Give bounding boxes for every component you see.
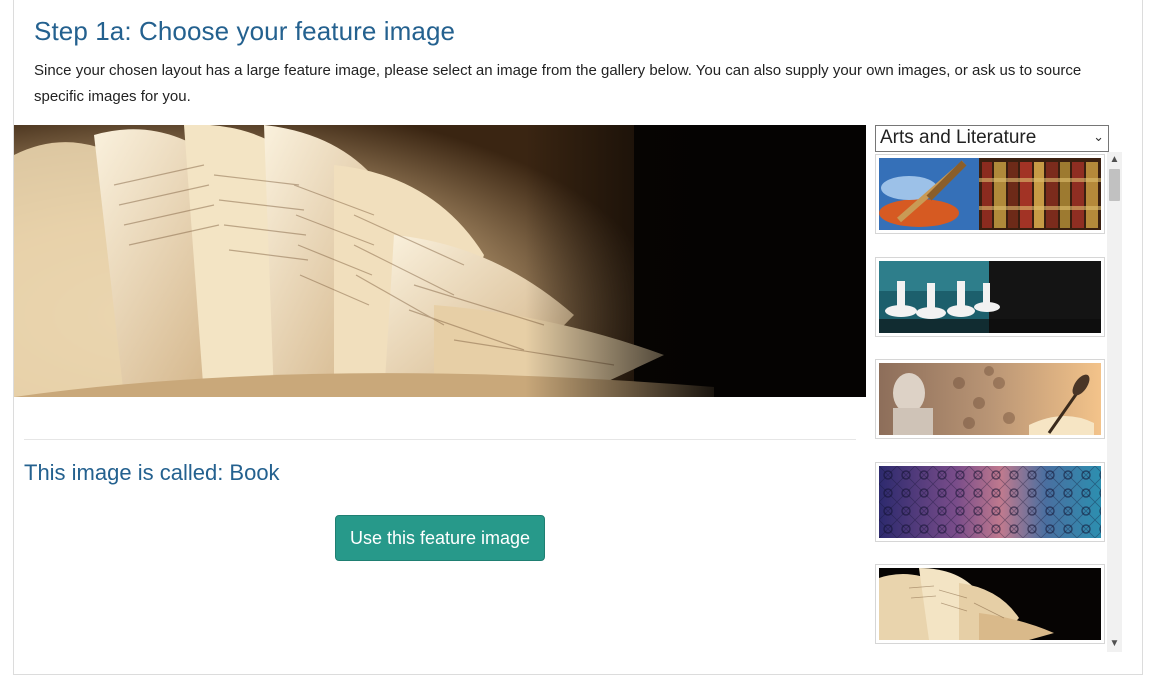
damask-image xyxy=(879,466,1101,538)
gallery-thumbnail-book[interactable] xyxy=(875,564,1105,644)
scroll-down-arrow-icon[interactable]: ▼ xyxy=(1107,636,1122,652)
category-select[interactable]: Arts and Literature ⌄ xyxy=(875,125,1109,152)
gallery-scrollbar[interactable]: ▲ ▼ xyxy=(1107,152,1122,652)
use-feature-image-button[interactable]: Use this feature image xyxy=(335,515,545,561)
gallery-thumbnail-damask[interactable] xyxy=(875,462,1105,542)
content-panel: Step 1a: Choose your feature image Since… xyxy=(13,0,1143,675)
scroll-up-arrow-icon[interactable]: ▲ xyxy=(1107,152,1122,168)
intro-text: Since your chosen layout has a large fea… xyxy=(34,62,1082,105)
image-gallery[interactable] xyxy=(875,152,1121,652)
divider xyxy=(24,439,856,440)
ballet-image xyxy=(879,261,1101,333)
chevron-down-icon: ⌄ xyxy=(1093,129,1104,144)
feature-image-preview xyxy=(14,125,866,397)
gallery-thumbnail-statue-quill[interactable] xyxy=(875,359,1105,439)
gallery-thumbnail-ballet[interactable] xyxy=(875,257,1105,337)
book-image xyxy=(14,125,866,397)
page-title: Step 1a: Choose your feature image xyxy=(34,16,456,46)
statue-quill-image xyxy=(879,363,1101,435)
paintbrush-books-image xyxy=(879,158,1101,230)
book-thumb-image xyxy=(879,568,1101,640)
image-name-caption: This image is called: Book xyxy=(24,460,280,485)
scrollbar-thumb[interactable] xyxy=(1109,169,1120,201)
category-select-value: Arts and Literature xyxy=(880,127,1037,148)
gallery-thumbnail-paintbrush-books[interactable] xyxy=(875,154,1105,234)
